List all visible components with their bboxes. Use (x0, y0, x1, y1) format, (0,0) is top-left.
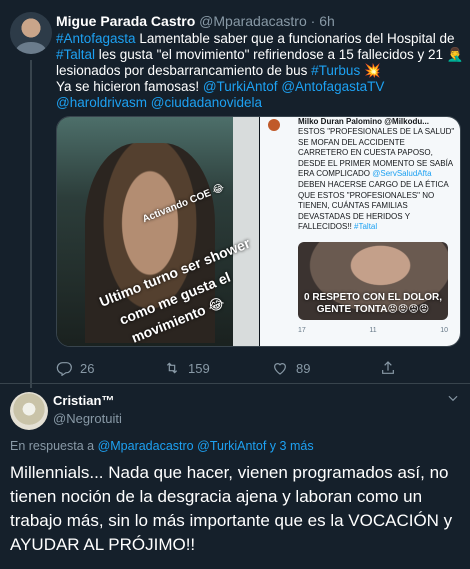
share-icon (382, 361, 394, 374)
replying-to-mention-2[interactable]: @TurkiAntof (197, 439, 266, 453)
tweet-text-segment: les gusta "el movimiento" refiriendose a… (56, 47, 464, 78)
replying-to-more[interactable]: y 3 más (266, 439, 314, 453)
tweet-actions: 26 159 89 (56, 360, 456, 376)
tweet-link[interactable]: @TurkiAntof (203, 79, 278, 94)
author-name[interactable]: Migue Parada Castro (56, 13, 195, 29)
like-count: 89 (296, 360, 311, 376)
embedded-reply-count: 17 (298, 327, 306, 334)
tweet-link[interactable]: @AntofagastaTV (281, 79, 384, 94)
tweet-link[interactable]: @haroldrivasm (56, 95, 147, 110)
reply-icon (56, 362, 72, 376)
tweet-link[interactable]: #Taltal (56, 47, 95, 62)
media-photo-left[interactable]: Activando COE 😂 Ultimo turno ser shower … (57, 117, 259, 346)
media-photo-right[interactable]: Milko Duran Palomino @Milkodu... ESTOS "… (260, 117, 460, 346)
reply-button[interactable]: 26 (56, 360, 94, 376)
tweet-text-segment: Ya se hicieron famosas! (56, 79, 203, 94)
replying-to-mention-1[interactable]: @Mparadacastro (98, 439, 194, 453)
retweet-button[interactable]: 159 (164, 360, 210, 376)
like-icon (274, 363, 286, 375)
reply-tweet[interactable]: Cristian™ @Negrotuiti En respuesta a @Mp… (0, 385, 470, 569)
retweet-icon (166, 362, 178, 374)
separator-dot: · (310, 13, 316, 29)
embedded-caption: 0 RESPETO CON EL DOLOR, GENTE TONTA😡😡😡😡 (304, 292, 442, 315)
tweet-link[interactable]: #Antofagasta (56, 31, 136, 46)
thread-line (30, 60, 32, 388)
chevron-down-icon[interactable] (446, 391, 460, 405)
replying-to: En respuesta a @Mparadacastro @TurkiAnto… (10, 438, 314, 454)
author-handle[interactable]: @Mparadacastro (199, 13, 307, 29)
embedded-like-count: 10 (440, 327, 448, 334)
tweet-time[interactable]: 6h (319, 13, 335, 29)
reply-author-avatar[interactable] (10, 392, 48, 430)
like-button[interactable]: 89 (272, 360, 310, 376)
retweet-count: 159 (188, 360, 210, 376)
tweet-text-segment: 💥 (360, 63, 381, 78)
reply-author-name[interactable]: Cristian™ (53, 393, 114, 409)
reply-author-handle[interactable]: @Negrotuiti (53, 411, 122, 427)
embedded-retweet-count: 11 (369, 327, 377, 334)
tweet-media[interactable]: Activando COE 😂 Ultimo turno ser shower … (56, 116, 461, 347)
tweet-header: Migue Parada Castro @Mparadacastro · 6h (56, 12, 335, 30)
reply-count: 26 (80, 360, 95, 376)
tweet-text-segment: Lamentable saber que a funcionarios del … (135, 31, 455, 46)
embedded-actions: 17 11 10 (298, 327, 448, 334)
share-button[interactable] (380, 360, 396, 376)
original-tweet[interactable]: Migue Parada Castro @Mparadacastro · 6h … (0, 0, 470, 388)
embedded-author: Milko Duran Palomino @Milkodu... (298, 117, 429, 126)
embedded-avatar (268, 119, 280, 131)
author-avatar[interactable] (10, 12, 52, 54)
tweet-link[interactable]: #Turbus (311, 63, 360, 78)
embedded-text: ESTOS "PROFESIONALES DE LA SALUD" SE MOF… (298, 127, 455, 232)
embedded-image: 0 RESPETO CON EL DOLOR, GENTE TONTA😡😡😡😡 (298, 242, 448, 320)
replying-to-prefix: En respuesta a (10, 439, 98, 453)
reply-text: Millennials... Nada que hacer, vienen pr… (10, 463, 453, 554)
tweet-text: #Antofagasta Lamentable saber que a func… (56, 31, 466, 111)
tweet-link[interactable]: @ciudadanovidela (151, 95, 262, 110)
